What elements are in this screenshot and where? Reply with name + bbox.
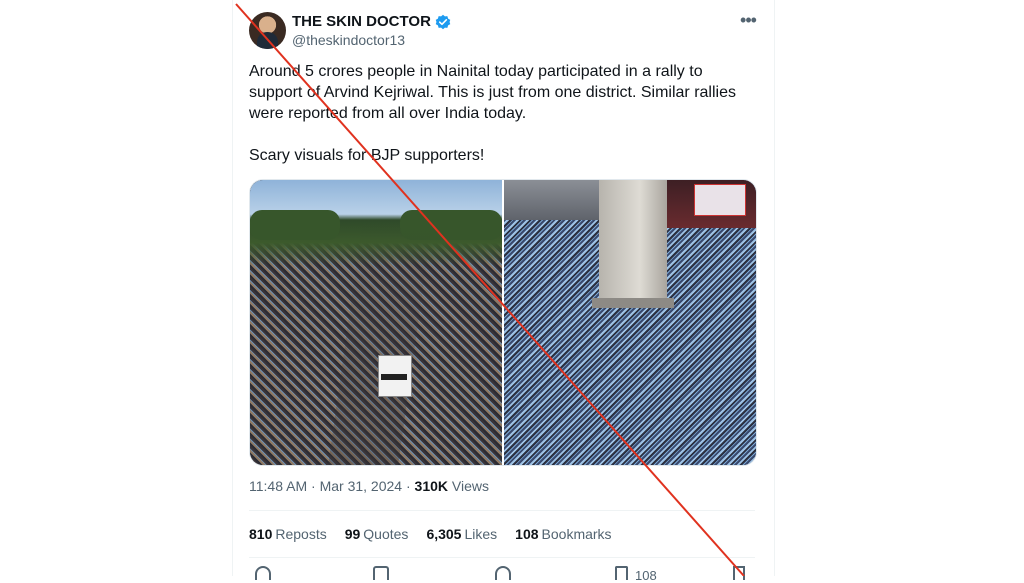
- bookmark-icon[interactable]: [615, 566, 628, 580]
- obelisk-base: [592, 298, 674, 308]
- reply-icon[interactable]: [255, 566, 271, 580]
- stat-quotes[interactable]: 99 Quotes: [345, 526, 409, 542]
- bookmarks-label: Bookmarks: [541, 526, 612, 542]
- reposts-label: Reposts: [275, 526, 327, 542]
- crowded-road: [327, 220, 433, 465]
- author-display-name[interactable]: THE SKIN DOCTOR: [292, 13, 431, 30]
- stat-reposts[interactable]: 810 Reposts: [249, 526, 327, 542]
- billboard: [694, 184, 746, 216]
- likes-count: 6,305: [426, 526, 462, 542]
- stat-likes[interactable]: 6,305 Likes: [426, 526, 497, 542]
- more-options-icon[interactable]: •••: [736, 10, 760, 34]
- tweet-media[interactable]: [249, 179, 757, 466]
- bus-banner: [381, 374, 407, 380]
- likes-label: Likes: [464, 526, 498, 542]
- avatar-shoulders: [257, 32, 278, 49]
- building-left: [504, 180, 599, 220]
- quotes-label: Quotes: [363, 526, 409, 542]
- divider-bottom: [249, 557, 755, 558]
- crowd-street-photo[interactable]: [250, 180, 504, 465]
- views-count: 310K: [414, 478, 448, 494]
- obelisk: [599, 180, 667, 304]
- author-avatar[interactable]: [249, 12, 286, 49]
- share-icon[interactable]: [733, 566, 745, 580]
- crowd-obelisk-photo[interactable]: [504, 180, 756, 465]
- tweet-text: Around 5 crores people in Nainital today…: [249, 63, 736, 164]
- quotes-count: 99: [344, 526, 361, 542]
- trees-left: [250, 210, 340, 240]
- divider-top: [249, 510, 755, 511]
- verified-badge-icon: [435, 14, 451, 30]
- meta-separator: ·: [307, 478, 320, 494]
- repost-icon[interactable]: [373, 566, 389, 580]
- tweet-time[interactable]: 11:48 AM: [249, 478, 307, 494]
- heart-icon[interactable]: [495, 566, 511, 580]
- tweet-date[interactable]: Mar 31, 2024: [320, 478, 403, 494]
- meta-separator-2: ·: [402, 478, 415, 494]
- author-name-row[interactable]: THE SKIN DOCTOR: [292, 13, 451, 30]
- author-handle[interactable]: @theskindoctor13: [292, 32, 405, 48]
- reposts-count: 810: [249, 526, 273, 542]
- stat-bookmarks[interactable]: 108 Bookmarks: [515, 526, 611, 542]
- open-top-bus: [378, 355, 412, 397]
- tweet-actions: 108: [249, 566, 749, 583]
- bookmarks-count: 108: [515, 526, 539, 542]
- tweet-meta: 11:48 AM · Mar 31, 2024 · 310K Views: [249, 478, 489, 494]
- views-label: Views: [448, 478, 489, 494]
- tweet-stats: 810 Reposts 99 Quotes 6,305 Likes 108 Bookma…: [249, 526, 612, 542]
